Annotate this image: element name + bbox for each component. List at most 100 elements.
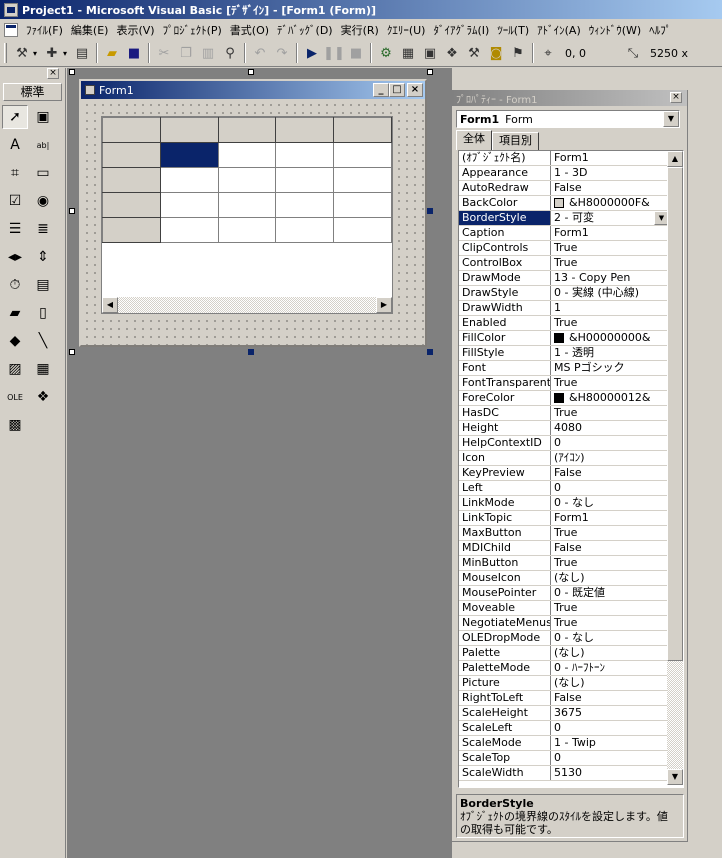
property-row[interactable]: PaletteMode 0 - ﾊｰﾌﾄｰﾝ	[459, 661, 669, 676]
add-form-dropdown-icon[interactable]: ▾	[63, 49, 71, 58]
maximize-icon[interactable]: □	[389, 83, 405, 97]
form-layout-icon[interactable]: ▣	[419, 42, 441, 64]
menu-edit[interactable]: 編集(E)	[67, 22, 113, 38]
resize-handle-bottom[interactable]	[248, 349, 254, 355]
activex-tool[interactable]: ❖	[30, 385, 56, 409]
grid-cell[interactable]	[159, 192, 219, 218]
grid-fixed-cell[interactable]	[102, 217, 161, 243]
save-project-icon[interactable]: ■	[123, 42, 145, 64]
property-row[interactable]: LinkTopic Form1	[459, 511, 669, 526]
menu-run[interactable]: 実行(R)	[337, 22, 383, 38]
grid-cell[interactable]	[333, 217, 392, 243]
property-row[interactable]: ScaleTop 0	[459, 751, 669, 766]
properties-title-bar[interactable]: ﾌﾟﾛﾊﾟﾃｨｰ - Form1 ×	[452, 90, 687, 106]
property-row[interactable]: Caption Form1	[459, 226, 669, 241]
property-value[interactable]: True	[551, 616, 669, 630]
property-value[interactable]: 1 - 3D	[551, 166, 669, 180]
cut-icon[interactable]: ✂	[153, 42, 175, 64]
property-row[interactable]: FillStyle 1 - 透明	[459, 346, 669, 361]
scroll-left-icon[interactable]: ◀	[102, 297, 118, 313]
form1-window[interactable]: Form1 _ □ × ◀ ▶	[79, 79, 427, 347]
commandbutton-tool[interactable]: ▭	[30, 161, 56, 185]
menu-help[interactable]: ﾍﾙﾌﾟ	[645, 22, 675, 38]
menu-query[interactable]: ｸｴﾘｰ(U)	[383, 22, 430, 38]
listbox-tool[interactable]: ≣	[30, 217, 56, 241]
toolbox-icon[interactable]: ⚒	[463, 42, 485, 64]
vscrollbar-tool[interactable]: ⇕	[30, 245, 56, 269]
menu-format[interactable]: 書式(O)	[226, 22, 273, 38]
property-value[interactable]: False	[551, 691, 669, 705]
label-tool[interactable]: A	[2, 133, 28, 157]
open-project-icon[interactable]: ▰	[101, 42, 123, 64]
property-value[interactable]: (ｱｲｺﾝ)	[551, 451, 669, 465]
timer-tool[interactable]: ⏱	[2, 273, 28, 297]
component-manager-icon[interactable]: ⚑	[507, 42, 529, 64]
menu-addins[interactable]: ｱﾄﾞｲﾝ(A)	[533, 22, 585, 38]
property-value[interactable]: True	[551, 376, 669, 390]
property-value[interactable]: 1 - Twip	[551, 736, 669, 750]
grid-fixed-cell[interactable]	[333, 117, 392, 143]
grid-horizontal-scrollbar[interactable]: ◀ ▶	[102, 297, 392, 313]
property-row[interactable]: NegotiateMenus True	[459, 616, 669, 631]
grid-cell[interactable]	[159, 217, 219, 243]
msflexgrid-control[interactable]: ◀ ▶	[101, 116, 393, 314]
grid-fixed-cell[interactable]	[217, 117, 277, 143]
resize-handle-bottom-right[interactable]	[427, 349, 433, 355]
property-value[interactable]: &H00000000&	[551, 331, 669, 345]
project-window-icon[interactable]	[4, 22, 18, 37]
add-project-dropdown-icon[interactable]: ▾	[33, 49, 41, 58]
property-value[interactable]: (なし)	[551, 676, 669, 690]
grid-cell[interactable]	[217, 192, 277, 218]
property-row[interactable]: RightToLeft False	[459, 691, 669, 706]
grid-cell[interactable]	[159, 167, 219, 193]
property-row[interactable]: ScaleLeft 0	[459, 721, 669, 736]
property-row[interactable]: MDIChild False	[459, 541, 669, 556]
grid-cell[interactable]	[275, 167, 335, 193]
image-tool[interactable]: ▨	[2, 357, 28, 381]
property-value[interactable]: 0	[551, 481, 669, 495]
shape-tool[interactable]: ◆	[2, 329, 28, 353]
property-row[interactable]: HasDC True	[459, 406, 669, 421]
property-row[interactable]: Enabled True	[459, 316, 669, 331]
property-row[interactable]: Palette (なし)	[459, 646, 669, 661]
property-row[interactable]: Font MS Pゴシック	[459, 361, 669, 376]
data-tool[interactable]: ▦	[30, 357, 56, 381]
property-row[interactable]: DrawWidth 1	[459, 301, 669, 316]
combobox-tool[interactable]: ☰	[2, 217, 28, 241]
hscrollbar-tool[interactable]: ◂▸	[2, 245, 28, 269]
property-row[interactable]: DrawMode 13 - Copy Pen	[459, 271, 669, 286]
property-value[interactable]: True	[551, 526, 669, 540]
property-value[interactable]: 3675	[551, 706, 669, 720]
frame-tool[interactable]: ⌗	[2, 161, 28, 185]
menu-project[interactable]: ﾌﾟﾛｼﾞｪｸﾄ(P)	[159, 22, 226, 38]
property-row[interactable]: Appearance 1 - 3D	[459, 166, 669, 181]
vb-app-icon[interactable]	[4, 2, 18, 17]
object-browser-icon[interactable]: ❖	[441, 42, 463, 64]
form1-client-area[interactable]: ◀ ▶	[81, 99, 425, 345]
ole-tool[interactable]: OLE	[2, 385, 28, 409]
redo-icon[interactable]: ↷	[271, 42, 293, 64]
property-value[interactable]: 0 - なし	[551, 496, 669, 510]
optionbutton-tool[interactable]: ◉	[30, 189, 56, 213]
property-value[interactable]: 13 - Copy Pen	[551, 271, 669, 285]
property-value[interactable]: 0	[551, 436, 669, 450]
grid-cell[interactable]	[217, 167, 277, 193]
property-value[interactable]: 1	[551, 301, 669, 315]
property-value[interactable]: Form1	[551, 511, 669, 525]
property-value[interactable]: &H8000000F&	[551, 196, 669, 210]
property-row[interactable]: ScaleMode 1 - Twip	[459, 736, 669, 751]
property-row[interactable]: ScaleHeight 3675	[459, 706, 669, 721]
property-row[interactable]: MousePointer 0 - 既定値	[459, 586, 669, 601]
property-value[interactable]: 0 - 実線 (中心線)	[551, 286, 669, 300]
copy-icon[interactable]: ❐	[175, 42, 197, 64]
toolbox-tab-general[interactable]: 標準	[3, 83, 62, 101]
property-row[interactable]: MouseIcon (なし)	[459, 571, 669, 586]
object-selector[interactable]: Form1 Form ▼	[456, 110, 680, 128]
property-row[interactable]: BackColor &H8000000F&	[459, 196, 669, 211]
tab-categorized[interactable]: 項目別	[492, 132, 539, 150]
scroll-thumb[interactable]	[667, 167, 683, 661]
property-value[interactable]: Form1	[551, 226, 669, 240]
property-value[interactable]: 5130	[551, 766, 669, 780]
property-row[interactable]: MinButton True	[459, 556, 669, 571]
property-row[interactable]: ScaleWidth 5130	[459, 766, 669, 781]
